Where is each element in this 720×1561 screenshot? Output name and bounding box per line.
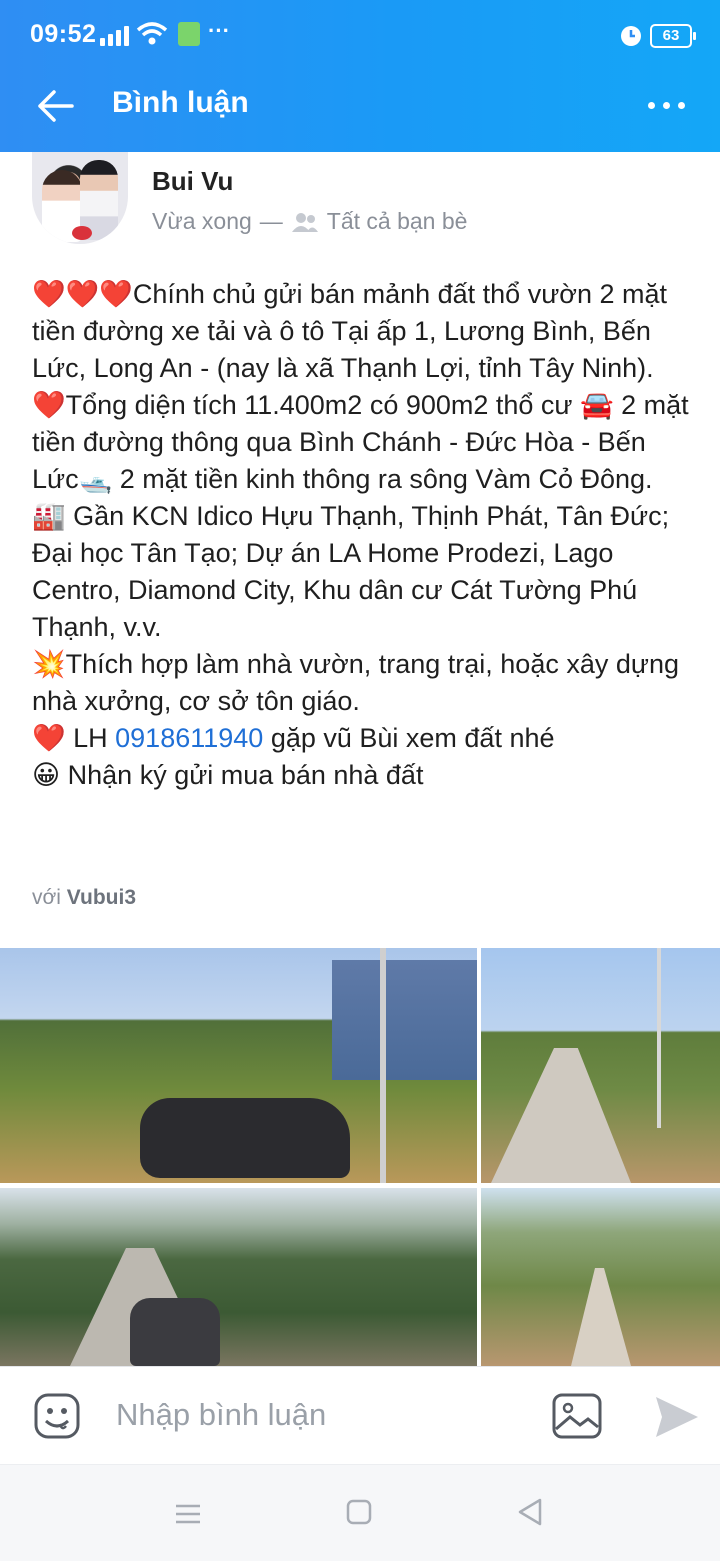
- image-icon[interactable]: [552, 1393, 602, 1439]
- tagged-user: với Vubui3: [32, 886, 136, 910]
- system-nav-bar: [0, 1464, 720, 1561]
- post-audience: Tất cả bạn bè: [326, 208, 468, 234]
- post-content: ❤️❤️❤️Chính chủ gửi bán mảnh đất thổ vườ…: [32, 276, 694, 794]
- app-topbar: 09:52 ··· 63 Bình luận: [0, 0, 720, 152]
- phone-link[interactable]: 0918611940: [115, 723, 263, 753]
- post-author[interactable]: Bui Vu: [152, 166, 233, 197]
- emoji-icon[interactable]: [34, 1393, 80, 1439]
- post-paragraph: ❤️❤️❤️Chính chủ gửi bán mảnh đất thổ vườ…: [32, 279, 668, 383]
- app-notification-icon: [178, 22, 200, 46]
- contact-prefix: ❤️ LH: [32, 723, 116, 753]
- post-time: Vừa xong: [152, 208, 252, 234]
- more-icon[interactable]: [648, 90, 696, 120]
- home-icon[interactable]: [346, 1499, 372, 1525]
- contact-line: ❤️ LH 0918611940 gặp vũ Bùi xem đất nhé: [32, 720, 694, 757]
- tag-name[interactable]: Vubui3: [67, 886, 136, 909]
- more-notifications-icon: ···: [208, 18, 230, 43]
- signal-icon: [100, 24, 129, 46]
- post-meta: Vừa xong — Tất cả bạn bè: [152, 208, 467, 235]
- post-paragraph: ❤️Tổng diện tích 11.400m2 có 900m2 thổ c…: [32, 390, 689, 494]
- photo-2[interactable]: [481, 948, 720, 1183]
- comment-input[interactable]: Nhập bình luận: [116, 1397, 326, 1433]
- status-time: 09:52: [30, 20, 97, 48]
- contact-suffix: gặp vũ Bùi xem đất nhé: [263, 723, 555, 753]
- alarm-icon: [621, 26, 641, 46]
- meta-separator: —: [259, 208, 283, 234]
- photo-1[interactable]: [0, 948, 477, 1183]
- friends-icon: [291, 212, 318, 232]
- page-title: Bình luận: [112, 86, 249, 119]
- post-paragraph: 🏭 Gần KCN Idico Hựu Thạnh, Thịnh Phát, T…: [32, 501, 670, 642]
- post-paragraph: 💥Thích hợp làm nhà vườn, trang trại, hoặ…: [32, 649, 679, 716]
- header-bar: Bình luận: [0, 60, 720, 152]
- post-last-line: 😀 Nhận ký gửi mua bán nhà đất: [32, 760, 424, 790]
- photo-3[interactable]: [0, 1188, 477, 1366]
- status-bar: 09:52 ··· 63: [0, 0, 720, 60]
- battery-indicator: 63: [650, 24, 696, 48]
- avatar[interactable]: [32, 152, 128, 244]
- back-arrow-icon[interactable]: [30, 84, 80, 128]
- photo-4[interactable]: [481, 1188, 720, 1366]
- photo-grid: [0, 948, 720, 1366]
- menu-icon[interactable]: [174, 1503, 202, 1525]
- comment-composer: Nhập bình luận: [0, 1366, 720, 1465]
- send-icon[interactable]: [654, 1395, 700, 1439]
- wifi-icon: [136, 22, 168, 45]
- tag-prefix: với: [32, 886, 67, 909]
- back-icon[interactable]: [516, 1497, 544, 1527]
